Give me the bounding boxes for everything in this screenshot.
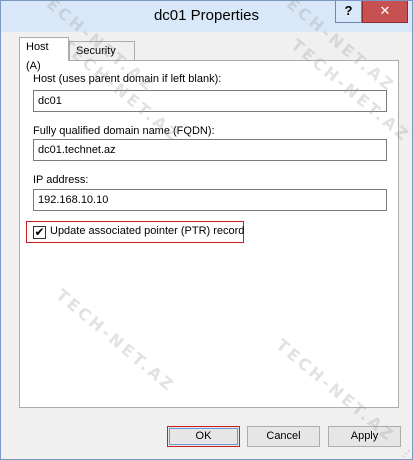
tab-security[interactable]: Security: [69, 41, 135, 61]
host-tab-panel: Host (uses parent domain if left blank):…: [19, 60, 399, 408]
apply-button[interactable]: Apply: [328, 426, 401, 447]
checkmark-icon: ✔: [34, 225, 45, 239]
ip-address-input[interactable]: 192.168.10.10: [33, 189, 387, 211]
ptr-checkbox-label[interactable]: Update associated pointer (PTR) record: [50, 225, 244, 237]
fqdn-field: dc01.technet.az: [33, 139, 387, 161]
fqdn-label: Fully qualified domain name (FQDN):: [33, 125, 215, 137]
ip-address-label: IP address:: [33, 174, 89, 186]
ptr-checkbox-row[interactable]: ✔ Update associated pointer (PTR) record: [26, 221, 244, 243]
cancel-button[interactable]: Cancel: [247, 426, 320, 447]
host-input[interactable]: dc01: [33, 90, 387, 112]
tab-host-a[interactable]: Host (A): [19, 37, 69, 72]
properties-dialog: dc01 Properties ? ✕ Host (A) Security Ho…: [0, 0, 413, 460]
host-label: Host (uses parent domain if left blank):: [33, 73, 222, 85]
close-icon: ✕: [379, 3, 391, 18]
resize-grip-icon[interactable]: ⋰: [402, 449, 412, 459]
help-button[interactable]: ?: [335, 1, 362, 23]
close-button[interactable]: ✕: [362, 1, 408, 23]
ptr-checkbox[interactable]: ✔: [33, 226, 46, 239]
title-bar[interactable]: dc01 Properties ? ✕: [1, 1, 412, 32]
ok-button[interactable]: OK: [167, 426, 240, 447]
